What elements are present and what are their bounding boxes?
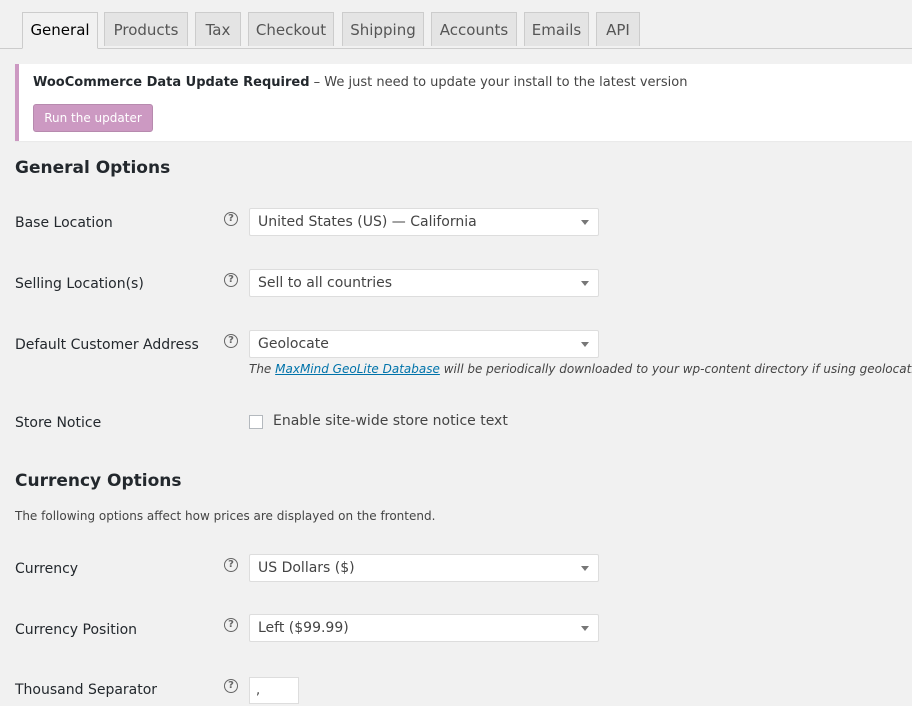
desc-post: will be periodically downloaded to your … — [439, 362, 912, 376]
currency-position-select[interactable]: Left ($99.99) — [249, 614, 599, 642]
store-notice-label: Store Notice — [15, 415, 102, 431]
base-location-label: Base Location — [15, 215, 113, 231]
notice-message: – We just need to update your install to… — [309, 75, 688, 90]
currency-options-heading: Currency Options — [15, 471, 182, 491]
geolocation-description: The MaxMind GeoLite Database will be per… — [249, 362, 912, 376]
chevron-down-icon — [581, 220, 589, 225]
selling-locations-label: Selling Location(s) — [15, 276, 144, 292]
tab-tax[interactable]: Tax — [195, 12, 241, 46]
maxmind-link[interactable]: MaxMind GeoLite Database — [275, 362, 440, 376]
chevron-down-icon — [581, 342, 589, 347]
default-address-value: Geolocate — [258, 336, 329, 352]
tab-api[interactable]: API — [596, 12, 640, 46]
store-notice-checkbox-label[interactable]: Enable site-wide store notice text — [273, 413, 508, 429]
default-address-select[interactable]: Geolocate — [249, 330, 599, 358]
currency-position-label: Currency Position — [15, 622, 138, 638]
currency-intro: The following options affect how prices … — [15, 509, 436, 523]
general-options-heading: General Options — [15, 158, 171, 178]
store-notice-checkbox[interactable] — [249, 415, 263, 429]
tab-emails[interactable]: Emails — [524, 12, 589, 46]
currency-label: Currency — [15, 561, 79, 577]
selling-locations-select[interactable]: Sell to all countries — [249, 269, 599, 297]
chevron-down-icon — [581, 626, 589, 631]
help-circle-icon[interactable]: ? — [224, 618, 238, 632]
chevron-down-icon — [581, 281, 589, 286]
help-circle-icon[interactable]: ? — [224, 334, 238, 348]
notice-text: WooCommerce Data Update Required – We ju… — [33, 75, 687, 90]
default-address-label: Default Customer Address — [15, 337, 199, 353]
currency-select[interactable]: US Dollars ($) — [249, 554, 599, 582]
tab-general[interactable]: General — [22, 12, 98, 49]
currency-position-value: Left ($99.99) — [258, 620, 349, 636]
tab-shipping[interactable]: Shipping — [342, 12, 424, 46]
thousand-separator-input[interactable]: , — [249, 677, 299, 704]
update-notice: WooCommerce Data Update Required – We ju… — [15, 64, 912, 141]
selling-locations-value: Sell to all countries — [258, 275, 393, 291]
run-updater-button[interactable]: Run the updater — [33, 104, 153, 132]
thousand-separator-label: Thousand Separator — [15, 682, 158, 698]
tab-products[interactable]: Products — [104, 12, 188, 46]
desc-pre: The — [249, 362, 276, 376]
help-circle-icon[interactable]: ? — [224, 679, 238, 693]
help-circle-icon[interactable]: ? — [224, 273, 238, 287]
tab-accounts[interactable]: Accounts — [431, 12, 517, 46]
chevron-down-icon — [581, 566, 589, 571]
help-circle-icon[interactable]: ? — [224, 212, 238, 226]
base-location-select[interactable]: United States (US) — California — [249, 208, 599, 236]
settings-tabs: General Products Tax Checkout Shipping A… — [0, 0, 912, 49]
help-circle-icon[interactable]: ? — [224, 558, 238, 572]
notice-title: WooCommerce Data Update Required — [33, 75, 310, 90]
currency-value: US Dollars ($) — [258, 560, 355, 576]
base-location-value: United States (US) — California — [258, 214, 477, 230]
tab-checkout[interactable]: Checkout — [248, 12, 334, 46]
